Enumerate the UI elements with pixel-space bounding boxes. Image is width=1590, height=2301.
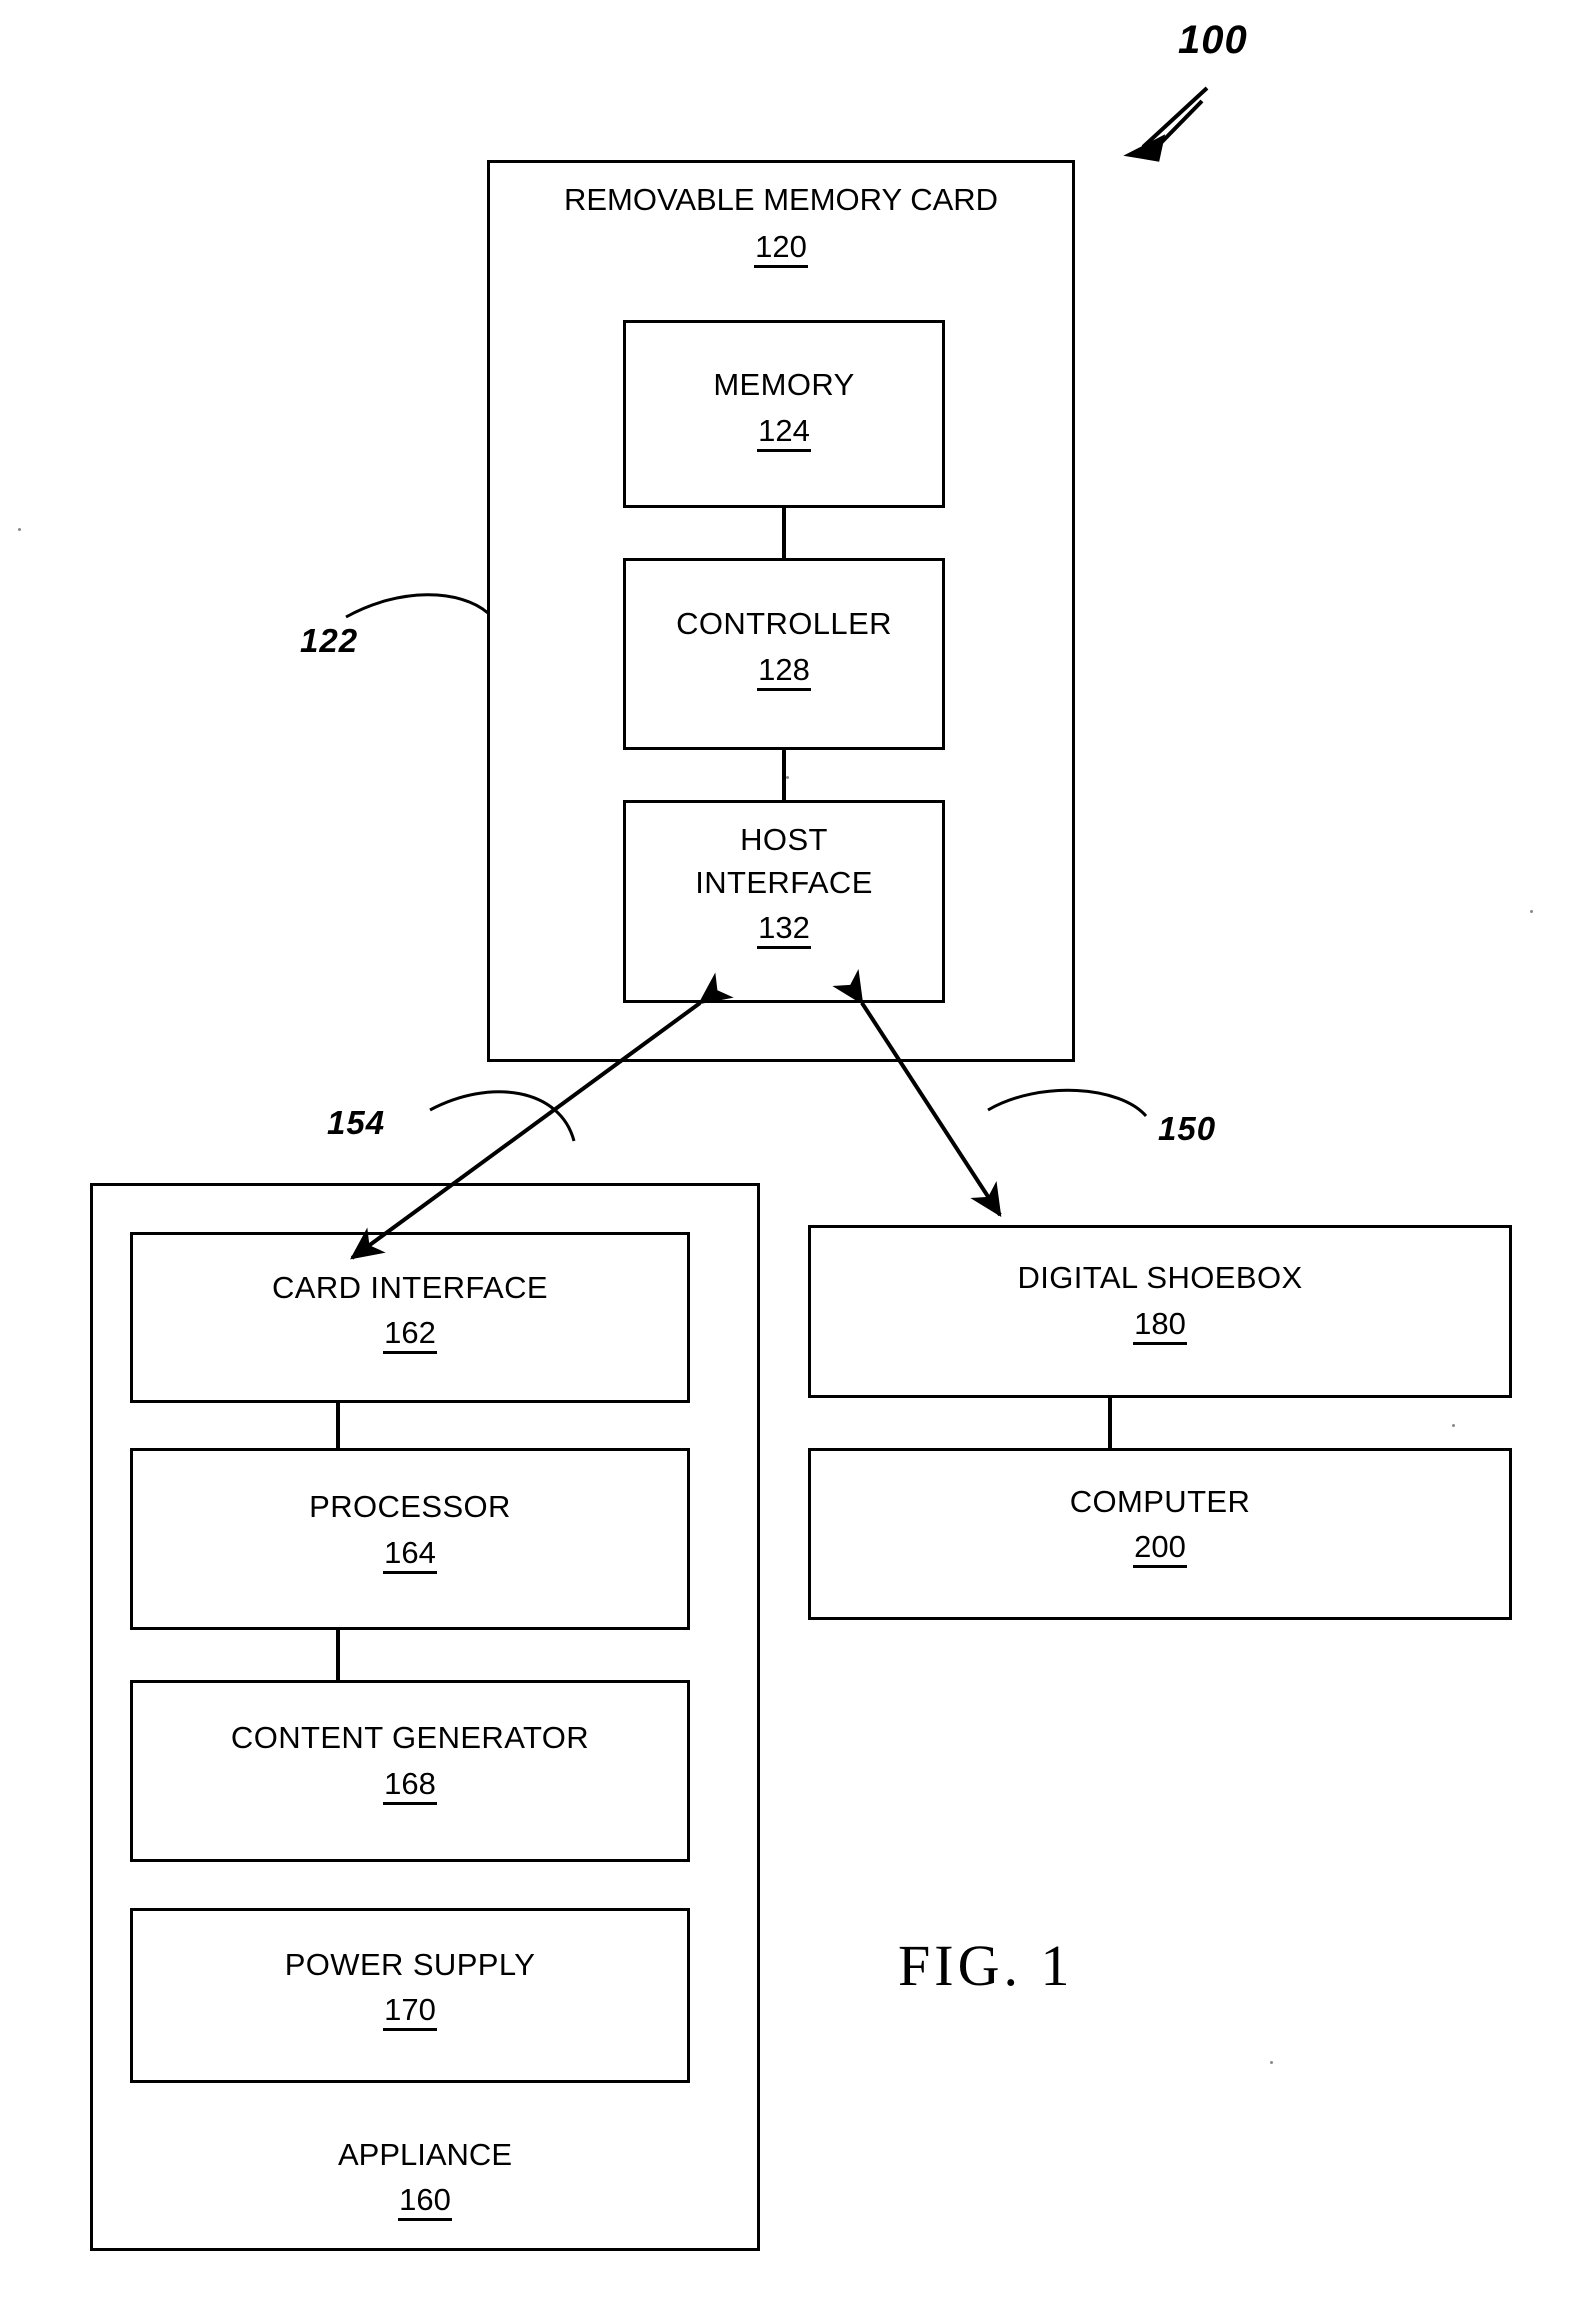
- host-interface-title-line2: INTERFACE: [695, 865, 873, 900]
- controller-title: CONTROLLER: [676, 606, 892, 641]
- content-generator-ref: 168: [130, 1765, 690, 1805]
- scan-speck: [1270, 2061, 1273, 2064]
- digital-shoebox-ref: 180: [808, 1305, 1512, 1345]
- controller-ref: 128: [623, 651, 945, 691]
- digital-shoebox-title: DIGITAL SHOEBOX: [1017, 1260, 1303, 1295]
- appliance-title: APPLIANCE: [337, 2137, 512, 2172]
- memory-ref: 124: [623, 412, 945, 452]
- scan-speck: [18, 528, 21, 531]
- leader-arrow-100: [1141, 86, 1209, 154]
- system-ref-100: 100: [1178, 18, 1248, 62]
- processor-title: PROCESSOR: [309, 1489, 511, 1524]
- figure-caption: FIG. 1: [898, 1933, 1074, 1998]
- leader-arrowhead-100: [1123, 134, 1166, 162]
- scan-speck: [786, 776, 789, 779]
- leader-line-122: [345, 593, 489, 619]
- content-generator-title: CONTENT GENERATOR: [230, 1720, 590, 1755]
- lead-ref-122: 122: [300, 622, 359, 659]
- scan-speck: [1452, 1424, 1455, 1427]
- removable-memory-card-ref: 120: [487, 228, 1075, 268]
- power-supply-ref: 170: [130, 1991, 690, 2031]
- scan-speck: [1530, 910, 1533, 913]
- memory-title: MEMORY: [713, 367, 855, 402]
- host-interface-title-line1: HOST: [740, 822, 828, 857]
- removable-memory-card-title: REMOVABLE MEMORY CARD: [563, 182, 999, 217]
- lead-ref-154: 154: [327, 1104, 386, 1141]
- host-interface-ref: 132: [623, 909, 945, 949]
- lead-ref-150: 150: [1158, 1110, 1217, 1147]
- card-interface-ref: 162: [130, 1314, 690, 1354]
- appliance-ref: 160: [90, 2181, 760, 2221]
- computer-title: COMPUTER: [1069, 1484, 1251, 1519]
- power-supply-title: POWER SUPPLY: [284, 1947, 536, 1982]
- card-interface-title: CARD INTERFACE: [271, 1270, 549, 1305]
- leader-line-150: [987, 1088, 1148, 1117]
- patent-figure-page: REMOVABLE MEMORY CARD 120 122 MEMORY 124…: [0, 0, 1590, 2301]
- computer-ref: 200: [808, 1528, 1512, 1568]
- leader-line-154: [429, 1090, 576, 1142]
- processor-ref: 164: [130, 1534, 690, 1574]
